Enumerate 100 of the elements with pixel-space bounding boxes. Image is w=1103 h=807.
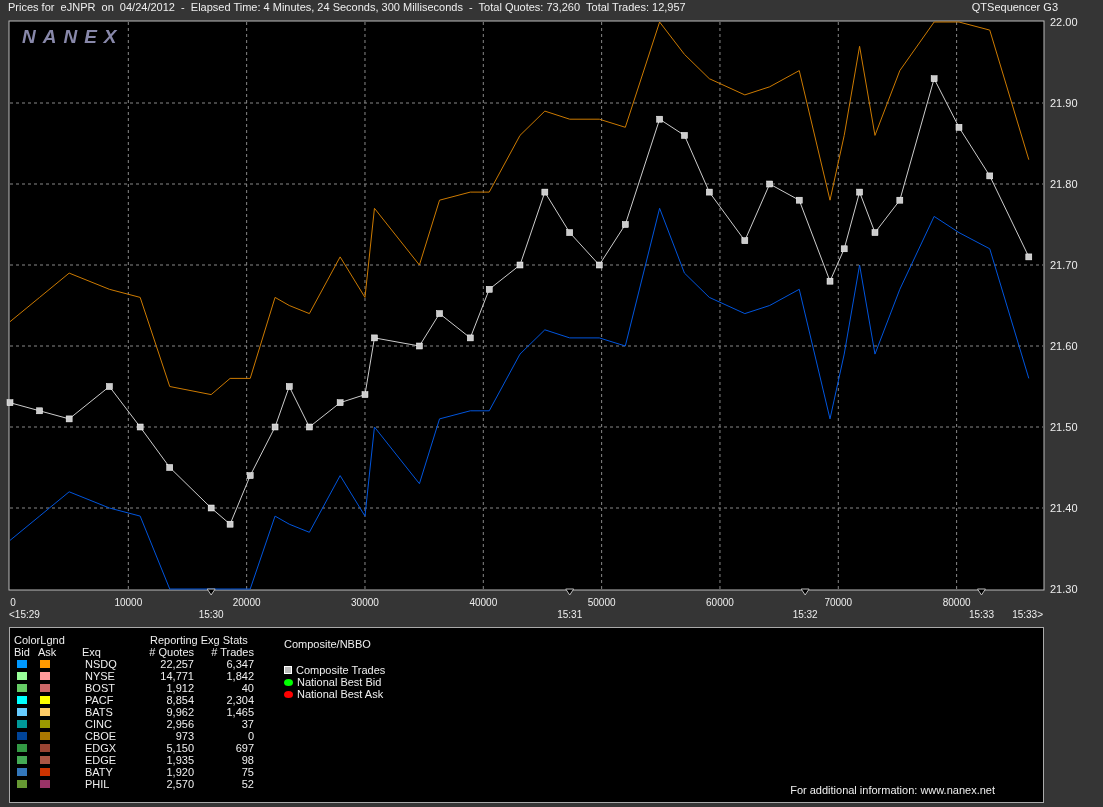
y-axis-label: 22.00 (1050, 16, 1078, 28)
x-axis-label: 70000 (824, 597, 853, 608)
trade-marker (656, 115, 663, 123)
logo: NANEX (22, 26, 124, 47)
trade-marker (622, 221, 629, 228)
column-header: Ask (38, 646, 58, 658)
quotes-count: 2,956 (165, 718, 194, 730)
stats-title: Reporting Exg Stats (149, 634, 249, 646)
quotes-count: 8,854 (165, 694, 194, 706)
legend-label: National Best Bid (297, 676, 382, 688)
quotes-count: 1,920 (165, 766, 194, 778)
trade-marker (36, 407, 43, 415)
y-axis-label: 21.30 (1050, 583, 1078, 595)
trade-marker (596, 261, 603, 269)
column-header: Bid (14, 646, 31, 658)
trades-count: 0 (246, 730, 254, 742)
trade-marker (166, 464, 173, 471)
trade-marker (486, 286, 493, 293)
trades-count: 75 (240, 766, 254, 778)
quotes-count: 14,771 (159, 670, 194, 682)
trade-marker (930, 75, 938, 82)
time-marker-icon (565, 588, 575, 596)
exchange-name: PACF (84, 694, 115, 706)
trade-marker (436, 310, 443, 317)
trade-marker (306, 423, 313, 431)
trade-marker (361, 391, 369, 398)
exchange-name: EDGE (84, 754, 118, 766)
trade-marker (681, 132, 688, 139)
window-title: Prices for eJNPR on 04/24/2012 - Elapsed Time: 4 Minutes, 24 Seconds, 300 Milliseconds - Total Quotes: 73,260 Total Trades: 12,957 (8, 0, 686, 13)
trades-count: 40 (240, 682, 254, 694)
exchange-name: BOST (84, 682, 116, 694)
quotes-count: 1,912 (165, 682, 194, 694)
trade-marker (1025, 253, 1033, 261)
trade-marker (796, 196, 803, 204)
quotes-count: 22,257 (159, 658, 194, 670)
trade-marker (856, 188, 863, 196)
exchange-name: NSDQ (84, 658, 118, 670)
trades-count: 697 (234, 742, 254, 754)
trades-count: 98 (240, 754, 254, 766)
trade-marker (896, 196, 904, 204)
time-label: 15:33 (968, 609, 994, 620)
trade-marker (955, 124, 963, 131)
trade-marker (826, 277, 834, 285)
time-label: 15:32 (792, 609, 818, 620)
legend-label: Composite Trades (296, 664, 386, 676)
x-axis-label: 10000 (114, 597, 143, 608)
trade-marker (207, 504, 215, 512)
time-label: 15:30 (198, 609, 224, 620)
y-axis-label: 21.40 (1050, 502, 1078, 514)
exchange-name: PHIL (84, 778, 111, 790)
trades-count: 1,465 (225, 706, 254, 718)
trade-marker (566, 229, 573, 236)
time-label: 15:33> (1012, 609, 1043, 620)
footer-note: For additional information: www.nanex.net (790, 784, 995, 796)
trades-count: 52 (240, 778, 254, 790)
time-marker-icon (976, 588, 986, 596)
y-axis-label: 21.90 (1050, 97, 1078, 109)
x-axis-label: 0 (10, 597, 16, 608)
legend-label: National Best Ask (297, 688, 384, 700)
trade-marker (6, 399, 14, 406)
quotes-count: 9,962 (165, 706, 194, 718)
time-label: 15:31 (557, 609, 583, 620)
y-axis-label: 21.70 (1050, 259, 1078, 271)
exchange-name: BATS (84, 706, 114, 718)
trade-marker (226, 520, 234, 528)
quotes-count: 1,935 (165, 754, 194, 766)
x-axis-label: 60000 (706, 597, 734, 608)
nbbo-title: Composite/NBBO (284, 638, 372, 650)
x-axis-label: 30000 (351, 597, 379, 608)
trade-marker (706, 188, 713, 196)
column-header: # Quotes (148, 646, 194, 658)
y-axis-label: 21.60 (1050, 340, 1078, 352)
exchange-name: CINC (84, 718, 113, 730)
trade-marker (136, 423, 144, 431)
trade-marker (986, 172, 993, 180)
trades-count: 2,304 (225, 694, 254, 706)
app-name: QTSequencer G3 (971, 0, 1058, 13)
x-axis-label: 20000 (232, 597, 261, 608)
trade-marker (286, 383, 293, 390)
trade-marker (467, 334, 474, 342)
quotes-count: 2,570 (165, 778, 194, 790)
column-header: Exq (82, 646, 102, 658)
trade-marker (840, 245, 848, 253)
y-axis-label: 21.80 (1050, 178, 1078, 190)
trade-marker (871, 229, 879, 236)
trade-marker (516, 261, 524, 269)
quotes-count: 5,150 (165, 742, 194, 754)
trade-marker (371, 334, 378, 342)
trade-marker (106, 383, 113, 390)
trade-marker (271, 423, 279, 431)
column-header: # Trades (210, 646, 254, 658)
trade-marker (416, 342, 423, 350)
trade-marker (541, 188, 549, 196)
legend-title: ColorLgnd (14, 634, 66, 646)
time-label: <15:29 (9, 609, 40, 620)
exchange-name: NYSE (84, 670, 116, 682)
trades-count: 37 (240, 718, 254, 730)
quotes-count: 973 (174, 730, 194, 742)
x-axis-label: 50000 (587, 597, 616, 608)
trades-count: 6,347 (225, 658, 254, 670)
